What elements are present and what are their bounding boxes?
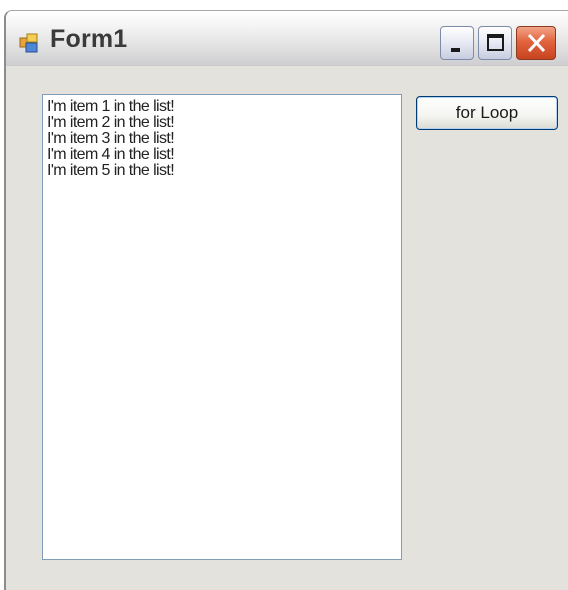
title-bar[interactable]: Form1 [6, 11, 568, 66]
close-button[interactable] [516, 26, 556, 60]
close-icon [527, 33, 546, 53]
items-listbox[interactable]: I'm item 1 in the list! I'm item 2 in th… [42, 94, 402, 560]
list-item[interactable]: I'm item 4 in the list! [47, 147, 401, 163]
list-item[interactable]: I'm item 1 in the list! [47, 99, 401, 115]
form1-window: Form1 I'm item 1 in the list! I'm item 2… [4, 10, 568, 590]
list-item[interactable]: I'm item 3 in the list! [47, 131, 401, 147]
list-item[interactable]: I'm item 2 in the list! [47, 115, 401, 131]
window-title: Form1 [50, 25, 128, 53]
minimize-icon [451, 48, 460, 52]
maximize-icon [487, 34, 504, 51]
form-app-icon [18, 32, 40, 54]
maximize-button[interactable] [478, 26, 512, 60]
minimize-button[interactable] [440, 26, 474, 60]
list-item[interactable]: I'm item 5 in the list! [47, 163, 401, 179]
for-loop-button[interactable]: for Loop [416, 96, 558, 130]
